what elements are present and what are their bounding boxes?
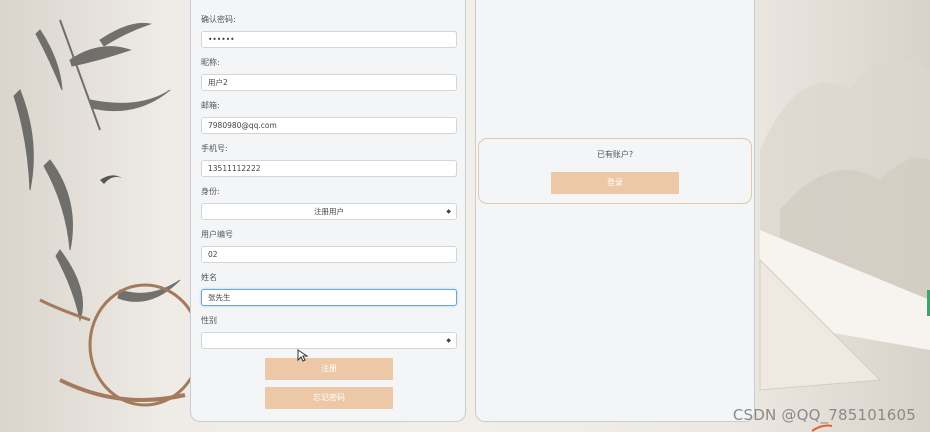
forgot-password-button[interactable]: 忘记密码 bbox=[265, 387, 393, 409]
nickname-label: 昵称: bbox=[201, 58, 220, 67]
role-label: 身份: bbox=[201, 187, 220, 196]
confirm-password-input[interactable]: •••••• bbox=[201, 31, 457, 48]
watermark-text: CSDN @QQ_785101605 bbox=[732, 406, 916, 424]
orange-stroke-mark bbox=[812, 424, 832, 432]
login-panel: 已有账户? 登录 bbox=[475, 0, 755, 422]
name-input[interactable]: 张先生 bbox=[201, 289, 457, 306]
role-select[interactable]: 注册用户 ◆ bbox=[201, 203, 457, 220]
select-arrow-icon: ◆ bbox=[446, 208, 451, 215]
select-arrow-icon: ◆ bbox=[446, 337, 451, 344]
role-selected-value: 注册用户 bbox=[314, 207, 344, 216]
user-id-label: 用户编号 bbox=[201, 230, 233, 239]
gender-select[interactable]: ◆ bbox=[201, 332, 457, 349]
confirm-password-label: 确认密码: bbox=[201, 15, 236, 24]
email-input[interactable]: 7980980@qq.com bbox=[201, 117, 457, 134]
login-button[interactable]: 登录 bbox=[551, 172, 679, 194]
name-label: 姓名 bbox=[201, 273, 217, 282]
phone-input[interactable]: 13511112222 bbox=[201, 160, 457, 177]
cursor-icon bbox=[297, 349, 309, 362]
login-box: 已有账户? 登录 bbox=[478, 138, 752, 204]
nickname-input[interactable]: 用户2 bbox=[201, 74, 457, 91]
login-prompt-text: 已有账户? bbox=[596, 150, 634, 159]
email-label: 邮箱: bbox=[201, 101, 220, 110]
gender-label: 性别 bbox=[201, 316, 217, 325]
phone-label: 手机号: bbox=[201, 144, 228, 153]
register-panel: 确认密码: •••••• 昵称: 用户2 邮箱: 7980980@qq.com … bbox=[190, 0, 466, 422]
register-button[interactable]: 注册 bbox=[265, 358, 393, 380]
user-id-input[interactable]: 02 bbox=[201, 246, 457, 263]
